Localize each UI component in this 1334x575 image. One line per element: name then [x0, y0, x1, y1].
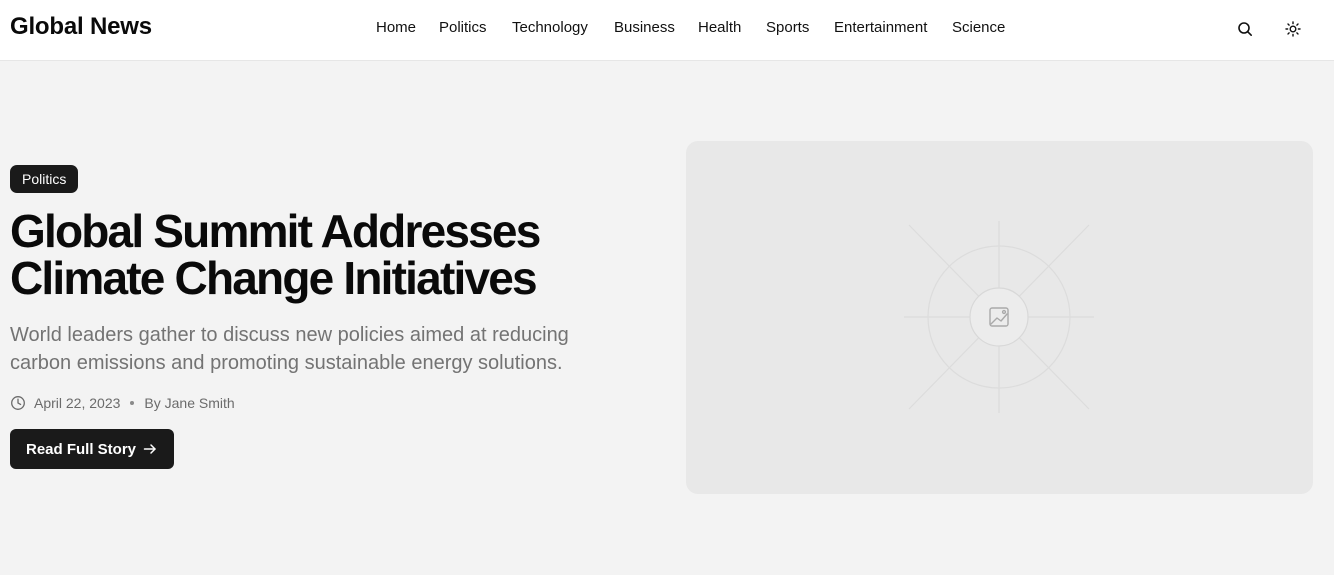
read-full-story-button[interactable]: Read Full Story: [10, 429, 174, 469]
nav-item-entertainment[interactable]: Entertainment: [834, 19, 927, 36]
category-badge[interactable]: Politics: [10, 165, 79, 193]
nav-item-science[interactable]: Science: [952, 19, 1005, 36]
placeholder-graphic: [904, 221, 1094, 413]
theme-toggle-button[interactable]: [1280, 16, 1306, 42]
read-full-story-label: Read Full Story: [26, 440, 137, 458]
hero-title-line-2: Climate Change Initiatives: [10, 252, 538, 304]
main-nav: Home Politics Technology Business Health…: [0, 19, 1334, 39]
hero-subtitle: World leaders gather to discuss new poli…: [10, 321, 650, 377]
hero-title[interactable]: Global Summit Addresses Climate Change I…: [10, 208, 650, 302]
nav-item-business[interactable]: Business: [614, 19, 675, 36]
nav-item-technology[interactable]: Technology: [512, 19, 588, 36]
site-header: Global News Home Politics Technology Bus…: [0, 0, 1334, 61]
nav-item-home[interactable]: Home: [376, 19, 416, 36]
hero-subtitle-line-1: World leaders gather to discuss new poli…: [10, 324, 569, 346]
hero-subtitle-line-2: carbon emissions and promoting sustainab…: [10, 352, 563, 374]
search-button[interactable]: [1232, 16, 1258, 42]
hero-title-line-1: Global Summit Addresses: [10, 205, 541, 257]
nav-item-health[interactable]: Health: [698, 19, 741, 36]
search-icon: [1238, 22, 1252, 36]
clock-icon: [10, 395, 26, 411]
nav-item-politics[interactable]: Politics: [439, 19, 487, 36]
author-name: By Jane Smith: [144, 395, 235, 411]
hero-image-placeholder[interactable]: [686, 141, 1313, 494]
article-meta: April 22, 2023 By Jane Smith: [10, 394, 235, 412]
arrow-right-icon: [142, 441, 158, 457]
publish-date: April 22, 2023: [34, 395, 121, 411]
nav-item-sports[interactable]: Sports: [766, 19, 809, 36]
sun-icon: [1285, 21, 1301, 37]
meta-separator: [130, 401, 135, 405]
